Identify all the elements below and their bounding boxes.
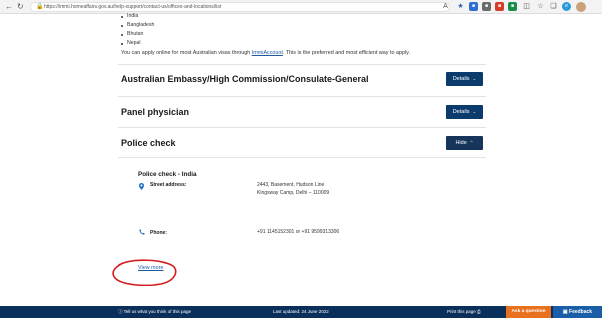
chevron-down-icon: ⌄ [472, 76, 477, 81]
last-updated-text: Last updated: 24 June 2022 [273, 309, 329, 314]
country-list: India Bangladesh Bhutan Nepal [121, 12, 154, 48]
divider [118, 64, 486, 65]
chevron-down-icon: ⌄ [472, 109, 477, 114]
address-line-2: Kingsway Camp, Delhi – 110009 [257, 190, 330, 196]
divider [118, 96, 486, 97]
browser-toolbar: ← ↻ 🔒 https://immi.homeaffairs.gov.au/he… [0, 0, 602, 14]
location-pin-icon [139, 183, 144, 190]
lock-icon[interactable]: 🔒 [36, 3, 43, 12]
details-label: Details [452, 109, 470, 115]
print-label: Print this page [447, 309, 476, 314]
chevron-up-icon: ⌃ [469, 140, 474, 145]
url-text: https://immi.homeaffairs.gov.au/help-sup… [44, 4, 222, 10]
phone-value: +91 1145152301 or +91 9599313306 [257, 229, 340, 235]
details-label: Details [452, 76, 470, 82]
list-item: India [121, 12, 154, 21]
apply-online-text: You can apply online for most Australian… [121, 49, 410, 57]
address-bar[interactable]: 🔒 https://immi.homeaffairs.gov.au/help-s… [30, 2, 450, 12]
favorites-icon[interactable]: ☆ [536, 2, 545, 11]
apply-suffix: . This is the preferred and most efficie… [282, 50, 410, 56]
extension-icon[interactable]: ■ [495, 2, 504, 11]
list-item: Bhutan [121, 30, 154, 39]
section-title-police[interactable]: Police check [121, 137, 176, 149]
back-icon[interactable]: ← [5, 2, 13, 12]
section-title-panel[interactable]: Panel physician [121, 106, 189, 118]
split-screen-icon[interactable]: ◫ [522, 2, 531, 11]
apply-prefix: You can apply online for most Australian… [121, 50, 252, 56]
police-check-heading: Police check - India [138, 171, 197, 178]
red-annotation-circle [112, 259, 177, 286]
phone-label: Phone: [150, 230, 167, 236]
extension-icon[interactable]: ■ [482, 2, 491, 11]
print-icon: ⎙ [475, 309, 481, 314]
tell-us-label: Tell us what you think of this page [123, 309, 191, 314]
phone-icon [139, 229, 145, 235]
immiaccount-link[interactable]: ImmiAccount [252, 50, 283, 56]
tell-us-link[interactable]: ⓘ Tell us what you think of this page [118, 309, 191, 315]
address-label: Street address: [150, 182, 187, 188]
divider [118, 127, 486, 128]
profile-icon[interactable] [576, 2, 586, 12]
edge-icon[interactable]: e [562, 2, 571, 11]
extension-icon[interactable]: ■ [469, 2, 478, 11]
panel-details-button[interactable]: Details ⌄ [446, 105, 483, 119]
feedback-label: Feedback [569, 309, 593, 315]
extension-icon[interactable]: ■ [508, 2, 517, 11]
hide-label: Hide [455, 140, 467, 146]
read-aloud-icon[interactable]: A [441, 2, 450, 11]
embassy-details-button[interactable]: Details ⌄ [446, 72, 483, 86]
feedback-button[interactable]: ▣ Feedback [553, 306, 602, 318]
print-page-link[interactable]: Print this page ⎙ [447, 309, 481, 315]
section-title-embassy[interactable]: Australian Embassy/High Commission/Consu… [121, 73, 369, 85]
police-hide-button[interactable]: Hide ⌃ [446, 136, 483, 150]
ask-question-button[interactable]: Ask a question [506, 306, 551, 318]
divider [118, 157, 486, 158]
list-item: Bangladesh [121, 21, 154, 30]
star-icon[interactable]: ★ [456, 2, 465, 11]
refresh-icon[interactable]: ↻ [17, 2, 24, 12]
collections-icon[interactable]: ❏ [549, 2, 558, 11]
address-line-1: 2443, Basement, Hudson Line [257, 182, 325, 188]
list-item: Nepal [121, 39, 154, 48]
